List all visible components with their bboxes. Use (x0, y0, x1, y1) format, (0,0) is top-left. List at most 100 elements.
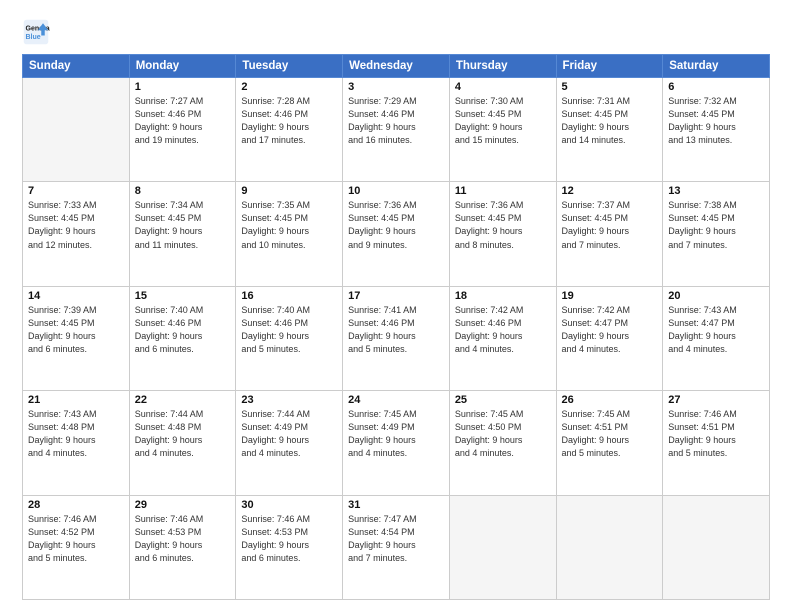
day-info: Sunrise: 7:37 AM Sunset: 4:45 PM Dayligh… (562, 199, 658, 251)
day-number: 13 (668, 185, 764, 197)
day-info: Sunrise: 7:27 AM Sunset: 4:46 PM Dayligh… (135, 95, 231, 147)
day-info: Sunrise: 7:36 AM Sunset: 4:45 PM Dayligh… (348, 199, 444, 251)
weekday-header-sunday: Sunday (23, 55, 130, 78)
header: General Blue (22, 18, 770, 46)
calendar-cell: 17 Sunrise: 7:41 AM Sunset: 4:46 PM Dayli… (343, 286, 450, 390)
calendar-cell: 15 Sunrise: 7:40 AM Sunset: 4:46 PM Dayli… (129, 286, 236, 390)
calendar-cell (449, 495, 556, 599)
calendar-cell: 13 Sunrise: 7:38 AM Sunset: 4:45 PM Dayli… (663, 182, 770, 286)
day-number: 6 (668, 81, 764, 93)
day-number: 25 (455, 394, 551, 406)
day-info: Sunrise: 7:34 AM Sunset: 4:45 PM Dayligh… (135, 199, 231, 251)
day-info: Sunrise: 7:32 AM Sunset: 4:45 PM Dayligh… (668, 95, 764, 147)
day-info: Sunrise: 7:45 AM Sunset: 4:51 PM Dayligh… (562, 408, 658, 460)
calendar-cell: 29 Sunrise: 7:46 AM Sunset: 4:53 PM Dayli… (129, 495, 236, 599)
calendar-cell: 24Sunrise: 7:45 AM Sunset: 4:49 PM Dayli… (343, 391, 450, 495)
day-number: 4 (455, 81, 551, 93)
day-info: Sunrise: 7:43 AM Sunset: 4:48 PM Dayligh… (28, 408, 124, 460)
calendar-cell: 1 Sunrise: 7:27 AM Sunset: 4:46 PM Daylig… (129, 78, 236, 182)
calendar-cell: 27Sunrise: 7:46 AM Sunset: 4:51 PM Dayli… (663, 391, 770, 495)
calendar-cell (556, 495, 663, 599)
day-info: Sunrise: 7:46 AM Sunset: 4:53 PM Dayligh… (135, 513, 231, 565)
calendar-cell: 7 Sunrise: 7:33 AM Sunset: 4:45 PM Daylig… (23, 182, 130, 286)
day-info: Sunrise: 7:33 AM Sunset: 4:45 PM Dayligh… (28, 199, 124, 251)
day-number: 16 (241, 290, 337, 302)
calendar-cell (663, 495, 770, 599)
calendar-cell: 9 Sunrise: 7:35 AM Sunset: 4:45 PM Daylig… (236, 182, 343, 286)
calendar-cell: 28 Sunrise: 7:46 AM Sunset: 4:52 PM Dayli… (23, 495, 130, 599)
day-info: Sunrise: 7:44 AM Sunset: 4:49 PM Dayligh… (241, 408, 337, 460)
day-number: 30 (241, 499, 337, 511)
day-number: 21 (28, 394, 124, 406)
calendar-cell: 22 Sunrise: 7:44 AM Sunset: 4:48 PM Dayli… (129, 391, 236, 495)
day-number: 28 (28, 499, 124, 511)
day-number: 1 (135, 81, 231, 93)
calendar-cell: 5Sunrise: 7:31 AM Sunset: 4:45 PM Daylig… (556, 78, 663, 182)
calendar-cell: 12Sunrise: 7:37 AM Sunset: 4:45 PM Dayli… (556, 182, 663, 286)
day-number: 26 (562, 394, 658, 406)
weekday-header-saturday: Saturday (663, 55, 770, 78)
calendar-cell: 14 Sunrise: 7:39 AM Sunset: 4:45 PM Dayli… (23, 286, 130, 390)
day-number: 9 (241, 185, 337, 197)
calendar-cell: 6 Sunrise: 7:32 AM Sunset: 4:45 PM Daylig… (663, 78, 770, 182)
day-number: 20 (668, 290, 764, 302)
logo-icon: General Blue (22, 18, 50, 46)
calendar-cell: 23 Sunrise: 7:44 AM Sunset: 4:49 PM Dayli… (236, 391, 343, 495)
day-info: Sunrise: 7:28 AM Sunset: 4:46 PM Dayligh… (241, 95, 337, 147)
calendar-cell: 31Sunrise: 7:47 AM Sunset: 4:54 PM Dayli… (343, 495, 450, 599)
weekday-header-thursday: Thursday (449, 55, 556, 78)
week-row-3: 14 Sunrise: 7:39 AM Sunset: 4:45 PM Dayli… (23, 286, 770, 390)
day-info: Sunrise: 7:30 AM Sunset: 4:45 PM Dayligh… (455, 95, 551, 147)
day-info: Sunrise: 7:39 AM Sunset: 4:45 PM Dayligh… (28, 304, 124, 356)
day-info: Sunrise: 7:38 AM Sunset: 4:45 PM Dayligh… (668, 199, 764, 251)
calendar-cell: 18 Sunrise: 7:42 AM Sunset: 4:46 PM Dayli… (449, 286, 556, 390)
day-number: 17 (348, 290, 444, 302)
week-row-2: 7 Sunrise: 7:33 AM Sunset: 4:45 PM Daylig… (23, 182, 770, 286)
svg-text:Blue: Blue (26, 34, 41, 41)
weekday-header-row: SundayMondayTuesdayWednesdayThursdayFrid… (23, 55, 770, 78)
day-number: 23 (241, 394, 337, 406)
weekday-header-friday: Friday (556, 55, 663, 78)
day-number: 10 (348, 185, 444, 197)
week-row-1: 1 Sunrise: 7:27 AM Sunset: 4:46 PM Daylig… (23, 78, 770, 182)
day-number: 8 (135, 185, 231, 197)
day-number: 15 (135, 290, 231, 302)
day-info: Sunrise: 7:41 AM Sunset: 4:46 PM Dayligh… (348, 304, 444, 356)
day-info: Sunrise: 7:29 AM Sunset: 4:46 PM Dayligh… (348, 95, 444, 147)
page: General Blue SundayMondayTuesdayWednesda… (0, 0, 792, 612)
day-number: 14 (28, 290, 124, 302)
calendar-cell: 21 Sunrise: 7:43 AM Sunset: 4:48 PM Dayli… (23, 391, 130, 495)
day-info: Sunrise: 7:46 AM Sunset: 4:51 PM Dayligh… (668, 408, 764, 460)
calendar-cell: 8 Sunrise: 7:34 AM Sunset: 4:45 PM Daylig… (129, 182, 236, 286)
calendar-cell (23, 78, 130, 182)
day-info: Sunrise: 7:44 AM Sunset: 4:48 PM Dayligh… (135, 408, 231, 460)
calendar-cell: 11 Sunrise: 7:36 AM Sunset: 4:45 PM Dayli… (449, 182, 556, 286)
calendar: SundayMondayTuesdayWednesdayThursdayFrid… (22, 54, 770, 600)
calendar-cell: 16Sunrise: 7:40 AM Sunset: 4:46 PM Dayli… (236, 286, 343, 390)
day-info: Sunrise: 7:35 AM Sunset: 4:45 PM Dayligh… (241, 199, 337, 251)
calendar-cell: 20 Sunrise: 7:43 AM Sunset: 4:47 PM Dayli… (663, 286, 770, 390)
calendar-cell: 26 Sunrise: 7:45 AM Sunset: 4:51 PM Dayli… (556, 391, 663, 495)
day-info: Sunrise: 7:45 AM Sunset: 4:49 PM Dayligh… (348, 408, 444, 460)
day-info: Sunrise: 7:40 AM Sunset: 4:46 PM Dayligh… (135, 304, 231, 356)
day-number: 3 (348, 81, 444, 93)
week-row-5: 28 Sunrise: 7:46 AM Sunset: 4:52 PM Dayli… (23, 495, 770, 599)
day-number: 2 (241, 81, 337, 93)
day-info: Sunrise: 7:36 AM Sunset: 4:45 PM Dayligh… (455, 199, 551, 251)
calendar-cell: 19 Sunrise: 7:42 AM Sunset: 4:47 PM Dayli… (556, 286, 663, 390)
day-number: 11 (455, 185, 551, 197)
day-info: Sunrise: 7:42 AM Sunset: 4:47 PM Dayligh… (562, 304, 658, 356)
day-number: 18 (455, 290, 551, 302)
day-number: 19 (562, 290, 658, 302)
day-info: Sunrise: 7:42 AM Sunset: 4:46 PM Dayligh… (455, 304, 551, 356)
calendar-cell: 30 Sunrise: 7:46 AM Sunset: 4:53 PM Dayli… (236, 495, 343, 599)
day-info: Sunrise: 7:31 AM Sunset: 4:45 PM Dayligh… (562, 95, 658, 147)
day-info: Sunrise: 7:43 AM Sunset: 4:47 PM Dayligh… (668, 304, 764, 356)
day-number: 22 (135, 394, 231, 406)
day-number: 29 (135, 499, 231, 511)
day-info: Sunrise: 7:46 AM Sunset: 4:52 PM Dayligh… (28, 513, 124, 565)
calendar-cell: 25Sunrise: 7:45 AM Sunset: 4:50 PM Dayli… (449, 391, 556, 495)
day-number: 7 (28, 185, 124, 197)
day-info: Sunrise: 7:46 AM Sunset: 4:53 PM Dayligh… (241, 513, 337, 565)
day-number: 31 (348, 499, 444, 511)
